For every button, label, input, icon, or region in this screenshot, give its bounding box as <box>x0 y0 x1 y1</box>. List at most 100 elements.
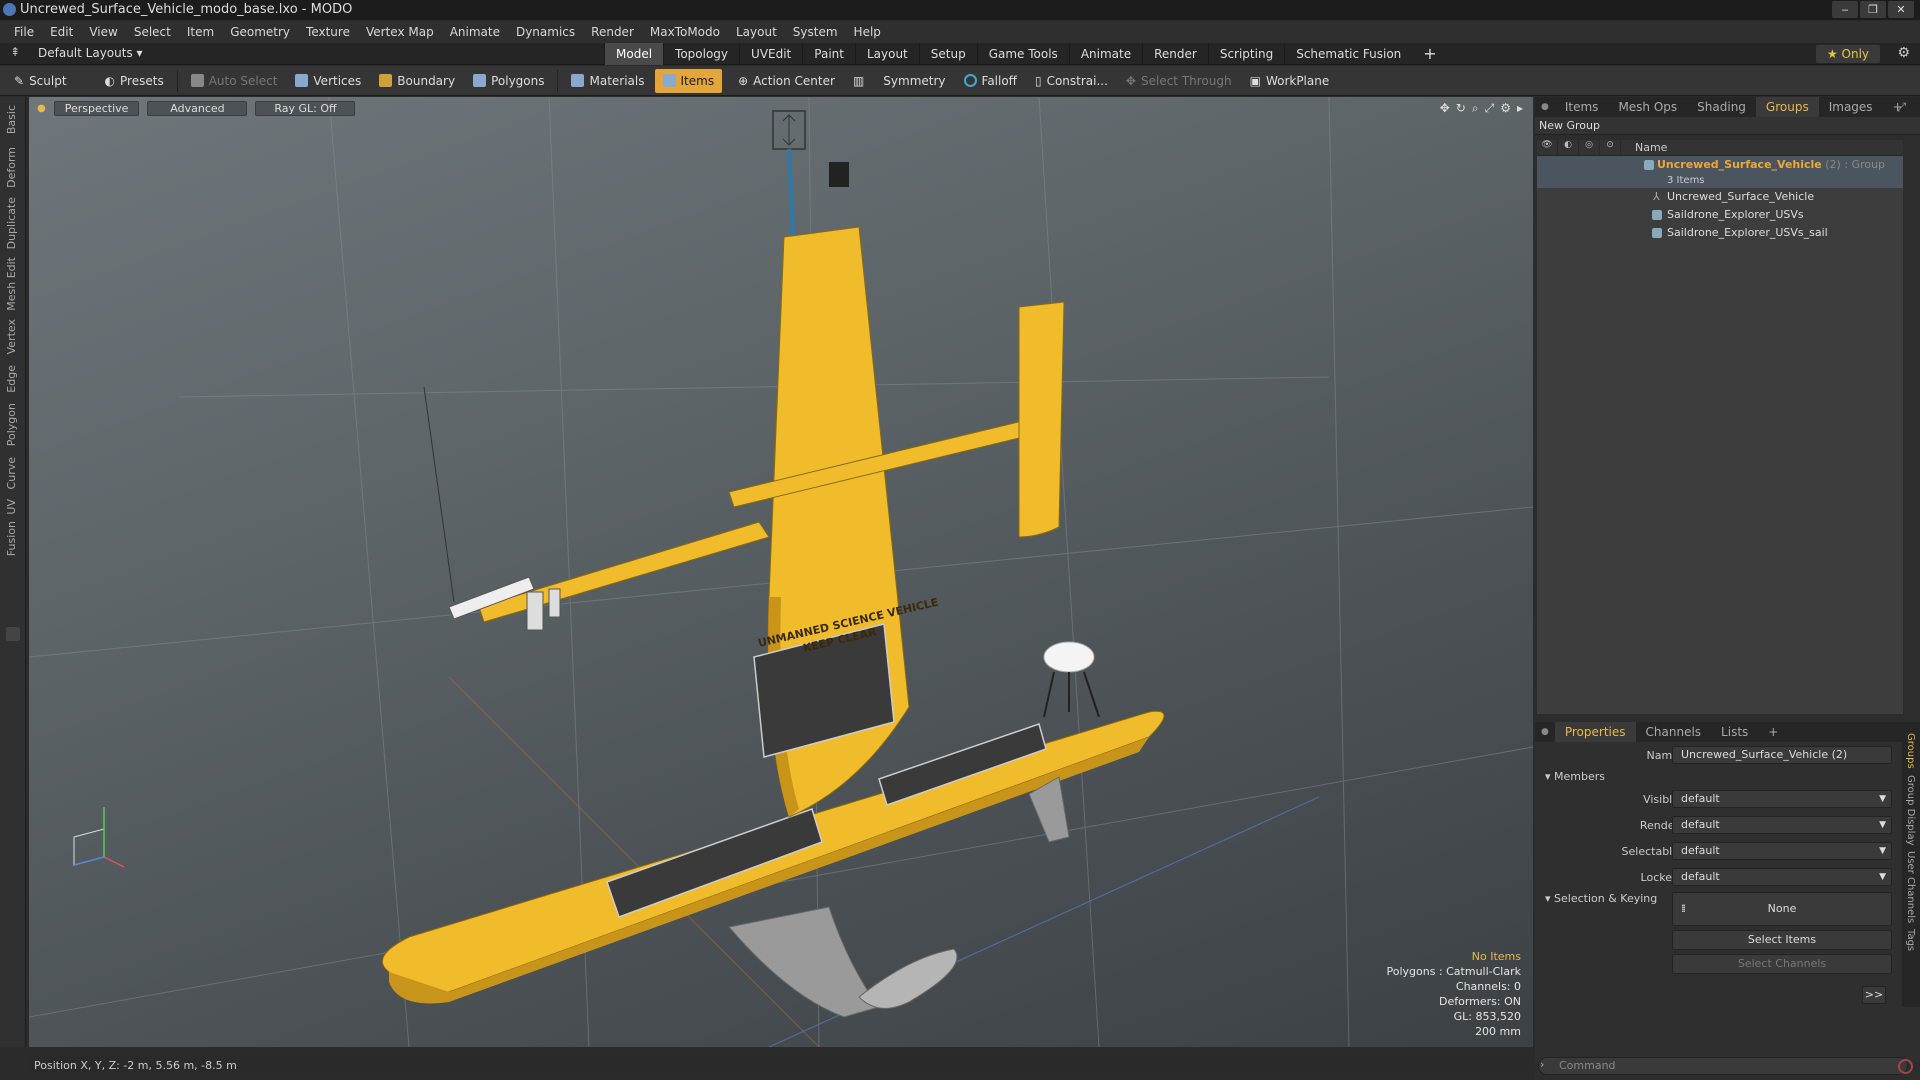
menu-render[interactable]: Render <box>583 21 642 43</box>
tab-shading[interactable]: Shading <box>1687 97 1756 117</box>
tree-row-group[interactable]: Uncrewed_Surface_Vehicle (2) : Group <box>1537 156 1903 174</box>
layout-arrow-icon[interactable]: ⇞ <box>10 45 20 59</box>
tree-row-item[interactable]: Saildrone_Explorer_USVs_sail <box>1537 224 1903 242</box>
command-input[interactable]: Command <box>1538 1057 1908 1075</box>
menu-layout[interactable]: Layout <box>728 21 785 43</box>
strip-collapse-button[interactable] <box>6 627 20 641</box>
default-layouts-dropdown[interactable]: Default Layouts ▾ <box>38 46 143 60</box>
visible-dropdown[interactable]: default ▼ <box>1672 790 1892 808</box>
select-channels-button[interactable]: Select Channels <box>1672 954 1892 974</box>
side-tab-group-display[interactable]: Group Display <box>1905 775 1916 845</box>
tab-animate[interactable]: Animate <box>1068 43 1142 65</box>
lock-icon[interactable]: ◎ <box>1579 140 1600 155</box>
auto-select-button[interactable]: Auto Select <box>183 69 286 93</box>
presets-button[interactable]: ◐ Presets <box>97 69 172 93</box>
menu-system[interactable]: System <box>785 21 846 43</box>
tab-images[interactable]: Images <box>1819 97 1883 117</box>
strip-tab-uv[interactable]: UV <box>5 499 18 515</box>
pan-icon[interactable]: ✥ <box>1440 101 1450 116</box>
tab-groups[interactable]: Groups <box>1755 97 1819 117</box>
boundary-button[interactable]: Boundary <box>371 69 463 93</box>
viewport-dot-icon[interactable]: ● <box>37 101 46 116</box>
menu-maxtomodo[interactable]: MaxToModo <box>642 21 728 43</box>
tab-render[interactable]: Render <box>1142 43 1208 65</box>
strip-tab-duplicate[interactable]: Duplicate <box>5 197 18 249</box>
strip-tab-vertex[interactable]: Vertex <box>5 319 18 354</box>
close-button[interactable]: ✕ <box>1888 1 1914 18</box>
polygons-button[interactable]: Polygons <box>465 69 552 93</box>
tab-topology[interactable]: Topology <box>663 43 739 65</box>
viewport-gear-icon[interactable]: ⚙ <box>1500 101 1511 116</box>
name-field[interactable]: Uncrewed_Surface_Vehicle (2) <box>1672 746 1892 764</box>
tab-paint[interactable]: Paint <box>802 43 855 65</box>
minimize-button[interactable]: ‒ <box>1832 1 1858 18</box>
workplane-button[interactable]: ▣ WorkPlane <box>1242 69 1338 93</box>
render-icon[interactable]: ◐ <box>1558 140 1579 155</box>
locked-dropdown[interactable]: default ▼ <box>1672 868 1892 886</box>
only-toggle[interactable]: ★ Only <box>1816 45 1880 63</box>
side-tab-user-channels[interactable]: User Channels <box>1905 851 1916 923</box>
zoom-icon[interactable]: ⌕ <box>1472 101 1479 116</box>
new-group-button[interactable]: New Group <box>1535 117 1920 135</box>
gear-icon[interactable]: ⚙ <box>1897 45 1910 61</box>
side-tab-tags[interactable]: Tags <box>1905 929 1916 951</box>
menu-view[interactable]: View <box>81 21 125 43</box>
menu-item[interactable]: Item <box>179 21 222 43</box>
add-tab-button[interactable]: + <box>1412 43 1447 65</box>
strip-tab-edge[interactable]: Edge <box>5 365 18 393</box>
menu-file[interactable]: File <box>6 21 42 43</box>
menu-dynamics[interactable]: Dynamics <box>508 21 583 43</box>
selectable-dropdown[interactable]: default ▼ <box>1672 842 1892 860</box>
select-items-button[interactable]: Select Items <box>1672 930 1892 950</box>
action-center-button[interactable]: ⊕ Action Center <box>730 69 843 93</box>
render-dropdown[interactable]: default ▼ <box>1672 816 1892 834</box>
menu-select[interactable]: Select <box>126 21 179 43</box>
strip-tab-basic[interactable]: Basic <box>5 105 18 134</box>
tab-items[interactable]: Items <box>1555 97 1609 117</box>
tab-model[interactable]: Model <box>604 43 664 65</box>
tab-properties[interactable]: Properties <box>1554 722 1636 742</box>
tab-uvedit[interactable]: UVEdit <box>739 43 802 65</box>
vertices-button[interactable]: Vertices <box>287 69 369 93</box>
tab-game-tools[interactable]: Game Tools <box>976 43 1069 65</box>
falloff-button[interactable]: Falloff <box>956 69 1025 93</box>
menu-edit[interactable]: Edit <box>42 21 81 43</box>
tree-row-item[interactable]: ⅄ Uncrewed_Surface_Vehicle <box>1537 188 1903 206</box>
none-button[interactable]: ⁞⁞ None <box>1672 892 1892 926</box>
rotate-icon[interactable]: ↻ <box>1456 101 1466 116</box>
select-through-button[interactable]: ✥ Select Through <box>1118 69 1240 93</box>
symmetry-button[interactable]: ▥ Symmetry <box>845 69 954 93</box>
visibility-eye-icon[interactable]: 👁 <box>1537 140 1558 155</box>
materials-button[interactable]: Materials <box>563 69 652 93</box>
tab-lists[interactable]: Lists <box>1711 722 1758 742</box>
menu-animate[interactable]: Animate <box>442 21 508 43</box>
record-icon[interactable] <box>1898 1059 1913 1074</box>
constraints-button[interactable]: ▯ Constrai... <box>1027 69 1116 93</box>
panel-expand-icon[interactable]: ⤢ <box>1886 97 1916 117</box>
select-icon[interactable]: ⊙ <box>1600 140 1621 155</box>
strip-tab-polygon[interactable]: Polygon <box>5 403 18 446</box>
strip-tab-mesh-edit[interactable]: Mesh Edit <box>5 257 18 311</box>
tab-layout[interactable]: Layout <box>854 43 919 65</box>
tree-row-item[interactable]: Saildrone_Explorer_USVs <box>1537 206 1903 224</box>
strip-tab-deform[interactable]: Deform <box>5 147 18 188</box>
3d-viewport[interactable]: UNMANNED SCIENCE VEHICLE KEEP CLEAR ● Pe… <box>29 97 1533 1047</box>
strip-tab-fusion[interactable]: Fusion <box>5 521 18 556</box>
perspective-dropdown[interactable]: Perspective <box>53 101 140 116</box>
sculpt-button[interactable]: ✎ Sculpt <box>6 69 75 93</box>
side-tab-groups[interactable]: Groups <box>1905 733 1916 769</box>
raygl-toggle[interactable]: Ray GL: Off <box>255 101 356 116</box>
tab-schematic-fusion[interactable]: Schematic Fusion <box>1284 43 1412 65</box>
items-button[interactable]: Items <box>654 68 723 93</box>
viewport-expand-icon[interactable]: ▸ <box>1517 101 1523 116</box>
menu-geometry[interactable]: Geometry <box>222 21 298 43</box>
tab-scripting[interactable]: Scripting <box>1207 43 1284 65</box>
menu-help[interactable]: Help <box>846 21 889 43</box>
menu-texture[interactable]: Texture <box>298 21 358 43</box>
maximize-button[interactable]: ❐ <box>1860 1 1886 18</box>
tab-mesh-ops[interactable]: Mesh Ops <box>1608 97 1687 117</box>
advanced-dropdown[interactable]: Advanced <box>147 101 248 116</box>
menu-vertex-map[interactable]: Vertex Map <box>358 21 442 43</box>
fit-icon[interactable]: ⤢ <box>1485 101 1495 116</box>
tab-channels[interactable]: Channels <box>1636 722 1712 742</box>
